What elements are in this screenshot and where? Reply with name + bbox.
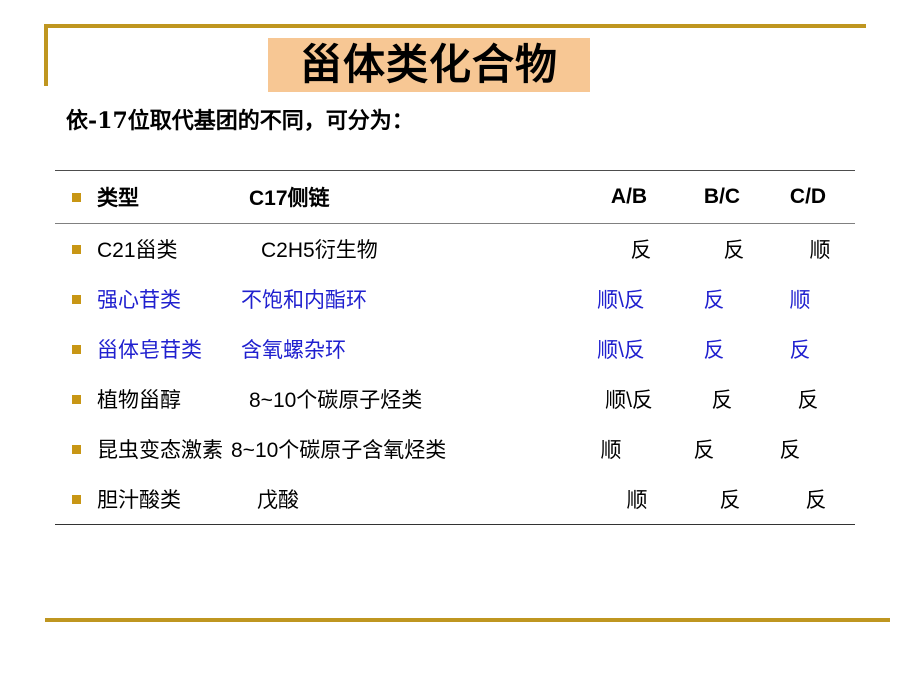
cell-ab: 顺 <box>600 439 622 462</box>
row-bullet-cell <box>55 494 97 504</box>
cell-bc: 反 <box>723 239 745 262</box>
cell-type: 植物甾醇 <box>97 389 181 412</box>
classification-table: 类型 C17侧链 A/B B/C C/D C21甾类 C2H5衍生物 反 反 顺… <box>55 170 855 525</box>
row-bullet-cell <box>55 344 97 354</box>
cell-cd: 反 <box>797 389 819 412</box>
cell-type: 昆虫变态激素 <box>97 439 223 462</box>
frame-left-rule <box>44 24 48 86</box>
cell-type: 强心苷类 <box>97 289 181 312</box>
cell-ab: 顺\反 <box>597 339 645 362</box>
cell-cd: 反 <box>805 489 827 512</box>
cell-cd: 反 <box>789 339 811 362</box>
cell-chain: 含氧螺杂环 <box>241 339 346 362</box>
table-row: 昆虫变态激素 8~10个碳原子含氧烃类 顺 反 反 <box>55 424 855 474</box>
square-bullet-icon <box>71 394 81 404</box>
column-header-chain: C17侧链 <box>249 187 330 210</box>
cell-ab: 顺 <box>626 489 648 512</box>
slide-canvas: 甾体类化合物 依-17位取代基团的不同，可分为： 类型 C17侧链 A/B B/… <box>0 0 920 690</box>
square-bullet-icon <box>71 344 81 354</box>
header-bullet-cell <box>55 192 97 202</box>
cell-chain: 8~10个碳原子烃类 <box>249 389 423 412</box>
cell-chain: 8~10个碳原子含氧烃类 <box>231 439 447 462</box>
table-row: 甾体皂苷类 含氧螺杂环 顺\反 反 反 <box>55 324 855 374</box>
table-row: 胆汁酸类 戊酸 顺 反 反 <box>55 474 855 524</box>
cell-chain: 不饱和内酯环 <box>241 289 367 312</box>
cell-bc: 反 <box>693 439 715 462</box>
cell-ab: 顺\反 <box>605 389 653 412</box>
row-bullet-cell <box>55 444 97 454</box>
cell-type: 甾体皂苷类 <box>97 339 202 362</box>
cell-cd: 顺 <box>809 239 831 262</box>
cell-cd: 顺 <box>789 289 811 312</box>
column-header-cd: C/D <box>789 185 827 208</box>
table-bottom-rule <box>55 524 855 525</box>
table-row: 强心苷类 不饱和内酯环 顺\反 反 顺 <box>55 274 855 324</box>
table-header-row: 类型 C17侧链 A/B B/C C/D <box>55 171 855 223</box>
cell-type: C21甾类 <box>97 239 178 262</box>
cell-ab: 反 <box>630 239 652 262</box>
cell-cd: 反 <box>779 439 801 462</box>
square-bullet-icon <box>71 444 81 454</box>
column-header-ab: A/B <box>610 185 648 208</box>
column-header-type: 类型 <box>97 187 139 210</box>
square-bullet-icon <box>71 294 81 304</box>
row-bullet-cell <box>55 244 97 254</box>
cell-bc: 反 <box>703 339 725 362</box>
row-bullet-cell <box>55 294 97 304</box>
cell-bc: 反 <box>719 489 741 512</box>
table-row: 植物甾醇 8~10个碳原子烃类 顺\反 反 反 <box>55 374 855 424</box>
frame-top-rule <box>44 24 866 28</box>
square-bullet-icon <box>71 192 81 202</box>
square-bullet-icon <box>71 244 81 254</box>
slide-subtitle: 依-17位取代基团的不同，可分为： <box>66 108 414 134</box>
cell-chain: 戊酸 <box>257 489 299 512</box>
table-row: C21甾类 C2H5衍生物 反 反 顺 <box>55 224 855 274</box>
cell-bc: 反 <box>703 289 725 312</box>
row-bullet-cell <box>55 394 97 404</box>
cell-type: 胆汁酸类 <box>97 489 181 512</box>
cell-bc: 反 <box>711 389 733 412</box>
frame-bottom-rule <box>45 618 890 622</box>
column-header-bc: B/C <box>703 185 741 208</box>
page-title: 甾体类化合物 <box>299 40 558 89</box>
square-bullet-icon <box>71 494 81 504</box>
slide-title-box: 甾体类化合物 <box>268 38 590 92</box>
cell-chain: C2H5衍生物 <box>261 239 378 262</box>
cell-ab: 顺\反 <box>597 289 645 312</box>
